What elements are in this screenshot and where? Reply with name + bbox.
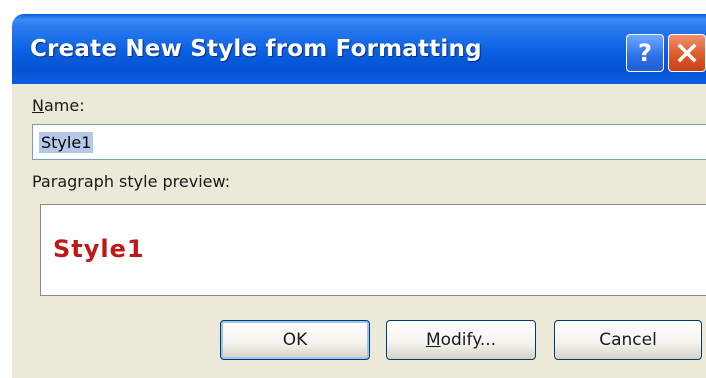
ok-button-label: OK — [282, 330, 308, 350]
help-icon: ? — [638, 39, 652, 67]
name-label: Name: — [32, 96, 85, 115]
cancel-button[interactable]: Cancel — [554, 320, 702, 360]
name-input[interactable]: Style1 — [32, 124, 706, 160]
paragraph-style-preview: Style1 — [40, 204, 706, 296]
preview-label: Paragraph style preview: — [32, 172, 231, 191]
name-label-accelerator: N — [32, 96, 44, 115]
modify-label-rest: odify... — [440, 330, 497, 350]
name-input-value: Style1 — [39, 131, 94, 153]
dialog-title: Create New Style from Formatting — [30, 36, 482, 62]
title-bar[interactable]: Create New Style from Formatting ? — [12, 14, 706, 84]
dialog-body: Name: Style1 Paragraph style preview: St… — [12, 84, 706, 378]
modify-button-label: Modify... — [426, 330, 496, 350]
help-button[interactable]: ? — [626, 34, 664, 72]
dialog-window: Create New Style from Formatting ? Name:… — [0, 0, 706, 378]
ok-button[interactable]: OK — [220, 320, 370, 360]
name-label-text: ame: — [43, 96, 85, 115]
cancel-button-label: Cancel — [599, 330, 657, 350]
close-button[interactable] — [668, 34, 706, 72]
close-icon — [677, 43, 697, 63]
modify-button[interactable]: Modify... — [386, 320, 536, 360]
modify-accelerator: M — [425, 330, 441, 350]
preview-style-text: Style1 — [53, 235, 145, 263]
